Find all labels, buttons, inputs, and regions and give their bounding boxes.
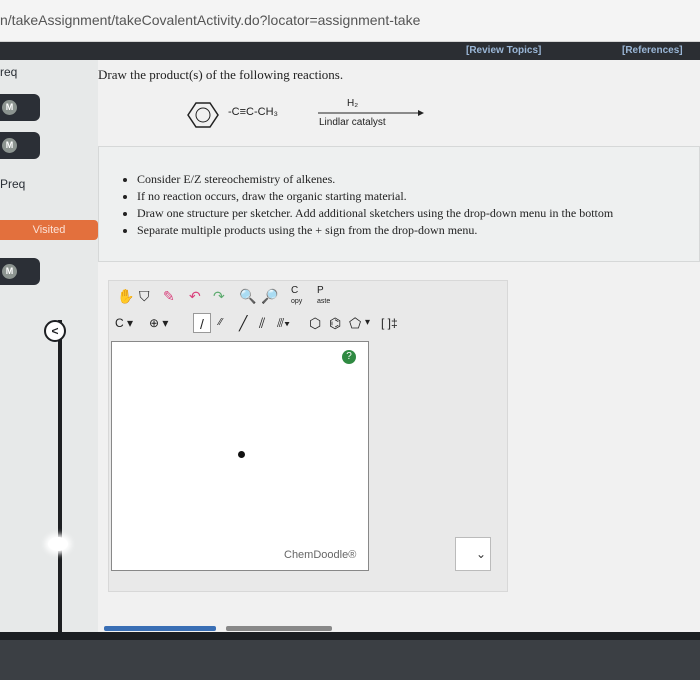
reagent-label: H₂ [347, 98, 359, 109]
hash-bond-icon[interactable]: ⁄⁄ [219, 313, 222, 333]
chemdoodle-sketcher: ✋ ⛉ ✎ ↶ ↷ 🔍 🔎 Copy Paste C ▾ ⊕ ▾ / ⁄⁄ ╱ … [108, 280, 508, 592]
sketcher-dropdown[interactable]: ⌄ [455, 537, 491, 571]
wedge-bond-icon[interactable]: ╱ [239, 313, 247, 333]
help-icon[interactable]: ? [342, 350, 356, 364]
m-badge-icon: M [2, 264, 17, 279]
nav-pill-1[interactable]: M [0, 94, 40, 121]
catalyst-label: Lindlar catalyst [319, 117, 386, 128]
benzene-ring-icon [187, 102, 219, 128]
scroll-track [58, 320, 62, 640]
zoom-in-icon[interactable]: 🔍 [239, 286, 256, 306]
charge-button[interactable]: ⊕ ▾ [149, 313, 168, 333]
reaction-scheme [187, 102, 424, 128]
scroll-thumb[interactable] [48, 537, 68, 551]
m-badge-icon: M [2, 138, 17, 153]
header-strip: [Review Topics] [References] [0, 42, 700, 60]
cyclopentane-icon[interactable]: ⬠ [349, 313, 361, 333]
arrow-head-icon [418, 110, 424, 116]
instructions-box: Consider E/Z stereochemistry of alkenes.… [98, 146, 700, 262]
chevron-down-icon: ⌄ [476, 547, 487, 561]
benzene-circle-icon [195, 107, 211, 123]
bottom-bar [0, 640, 700, 680]
instruction-item: Consider E/Z stereochemistry of alkenes. [137, 171, 613, 188]
triple-bond-icon[interactable]: ⫻▾ [277, 313, 290, 333]
instruction-item: If no reaction occurs, draw the organic … [137, 188, 613, 205]
cyclohexane-icon[interactable]: ⬡ [309, 313, 321, 333]
visited-tab[interactable]: Visited [0, 220, 98, 240]
lasso-icon[interactable]: ⛉ [139, 286, 150, 306]
double-bond-icon[interactable]: ⫽ [259, 313, 265, 333]
undo-icon[interactable]: ↶ [189, 286, 201, 306]
copy-button[interactable]: Copy [291, 286, 302, 306]
instruction-item: Separate multiple products using the + s… [137, 222, 613, 239]
collapse-arrow-icon[interactable]: < [44, 320, 66, 342]
bottom-strip [0, 632, 700, 640]
toolbar-row-2: C ▾ ⊕ ▾ / ⁄⁄ ╱ ⫽ ⫻▾ ⬡ ⌬ ⬠ ▾ [ ]‡ [109, 313, 489, 335]
references-link[interactable]: [References] [622, 45, 683, 56]
bracket-button[interactable]: [ ]‡ [381, 313, 398, 333]
carbon-label: C [115, 316, 124, 330]
question-area: Draw the product(s) of the following rea… [98, 60, 700, 640]
left-navigation: req M M Preq Visited M [0, 60, 98, 640]
redo-icon[interactable]: ↷ [213, 286, 225, 306]
paste-top-label: P [317, 285, 324, 296]
hand-icon[interactable]: ✋ [117, 286, 134, 306]
toolbar-row-1: ✋ ⛉ ✎ ↶ ↷ 🔍 🔎 Copy Paste [109, 286, 489, 308]
paste-button[interactable]: Paste [317, 286, 330, 306]
instruction-list: Consider E/Z stereochemistry of alkenes.… [137, 171, 613, 239]
nav-pill-3[interactable]: M [0, 258, 40, 285]
instruction-item: Draw one structure per sketcher. Add add… [137, 205, 613, 222]
charge-label: ⊕ [149, 316, 160, 330]
canvas-dot [238, 451, 245, 458]
carbon-atom-button[interactable]: C ▾ [115, 313, 133, 333]
m-badge-icon: M [2, 100, 17, 115]
preq-label: Preq [0, 177, 26, 191]
paste-bottom-label: aste [317, 298, 331, 305]
ring-dropdown-icon[interactable]: ▾ [365, 313, 370, 333]
copy-bottom-label: opy [291, 298, 303, 305]
chemdoodle-logo: ChemDoodle® [284, 549, 357, 561]
review-topics-link[interactable]: [Review Topics] [466, 45, 541, 56]
benzene-icon[interactable]: ⌬ [329, 313, 341, 333]
progress-tab [226, 626, 332, 631]
question-prompt: Draw the product(s) of the following rea… [98, 67, 344, 82]
req-label: req [0, 65, 18, 79]
single-bond-icon[interactable]: / [193, 313, 211, 333]
nav-pill-2[interactable]: M [0, 132, 40, 159]
alkyne-substituent: -C≡C-CH₃ [228, 106, 278, 118]
browser-url-bar[interactable]: n/takeAssignment/takeCovalentActivity.do… [0, 0, 700, 42]
progress-tab-active [104, 626, 216, 631]
url-text[interactable]: n/takeAssignment/takeCovalentActivity.do… [0, 12, 420, 28]
copy-top-label: C [291, 285, 299, 296]
zoom-out-icon[interactable]: 🔎 [261, 286, 278, 306]
eraser-icon[interactable]: ✎ [163, 286, 175, 306]
drawing-canvas[interactable]: ? ChemDoodle® [111, 341, 369, 571]
